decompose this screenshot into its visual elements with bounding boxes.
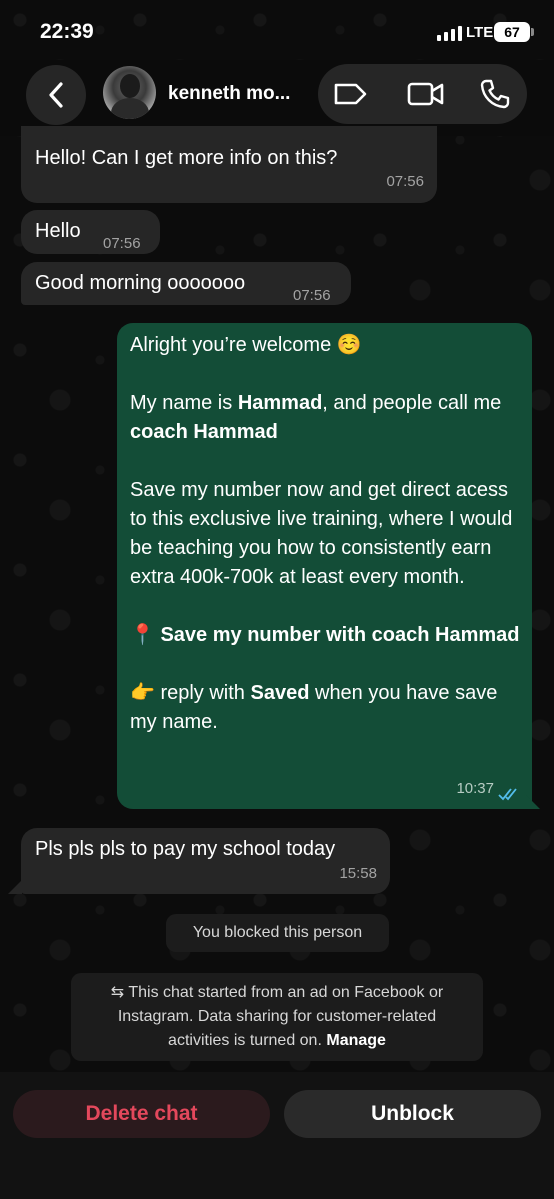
label-icon (334, 83, 367, 105)
message-time: 07:56 (386, 173, 424, 190)
message-bubble-incoming[interactable]: Hello! Can I get more info on this? 07:5… (21, 126, 437, 203)
blocked-notice: You blocked this person (166, 914, 389, 952)
ad-notice: ⇆ This chat started from an ad on Facebo… (71, 973, 483, 1061)
message-time: 07:56 (103, 235, 141, 252)
message-line: My name is Hammad, and people call me co… (130, 392, 502, 443)
status-time: 22:39 (40, 20, 94, 43)
bottom-action-bar: Delete chat Unblock (0, 1072, 554, 1199)
video-call-icon (407, 82, 444, 106)
video-call-button[interactable] (406, 76, 446, 112)
message-text: Pls pls pls to pay my school today (35, 838, 336, 860)
voice-call-button[interactable] (475, 76, 515, 112)
network-type: LTE (466, 24, 494, 41)
voice-call-icon (480, 79, 510, 109)
ad-notice-text: This chat started from an ad on Facebook… (117, 984, 444, 1049)
manage-link[interactable]: Manage (326, 1032, 386, 1049)
message-bubble-incoming[interactable]: Good morning ooooooo 07:56 (21, 262, 351, 305)
status-bar: 22:39 LTE 67 (0, 0, 554, 60)
contact-name[interactable]: kenneth mo... (168, 83, 290, 105)
message-bubble-incoming[interactable]: Hello 07:56 (21, 210, 160, 254)
message-time: 15:58 (339, 865, 377, 882)
message-line: Save my number now and get direct acess … (130, 479, 513, 588)
header-actions (318, 64, 527, 124)
swap-icon: ⇆ (110, 984, 125, 1001)
cellular-signal-icon (437, 26, 462, 41)
read-receipt-icon (498, 788, 517, 801)
message-line: Alright you’re welcome ☺️ (130, 334, 362, 356)
message-text: Good morning ooooooo (35, 272, 246, 294)
message-bubble-outgoing[interactable]: Alright you’re welcome ☺️ My name is Ham… (117, 323, 532, 809)
label-button[interactable] (330, 76, 370, 112)
message-text: Hello! Can I get more info on this? (35, 147, 338, 169)
chat-header: kenneth mo... (0, 60, 554, 136)
message-time: 10:37 (456, 780, 494, 797)
back-button[interactable] (26, 65, 86, 125)
message-bubble-incoming[interactable]: Pls pls pls to pay my school today 15:58 (21, 828, 390, 894)
battery-icon: 67 (494, 22, 534, 42)
avatar[interactable] (103, 66, 156, 119)
back-icon (49, 82, 63, 108)
message-text: Alright you’re welcome ☺️ My name is Ham… (130, 331, 520, 737)
delete-chat-button[interactable]: Delete chat (13, 1090, 270, 1138)
message-text: Hello (35, 220, 81, 242)
message-line: 👉 reply with Saved when you have save my… (130, 682, 498, 733)
message-time: 07:56 (293, 287, 331, 304)
unblock-button[interactable]: Unblock (284, 1090, 541, 1138)
message-line: 📍 Save my number with coach Hammad (130, 624, 520, 646)
